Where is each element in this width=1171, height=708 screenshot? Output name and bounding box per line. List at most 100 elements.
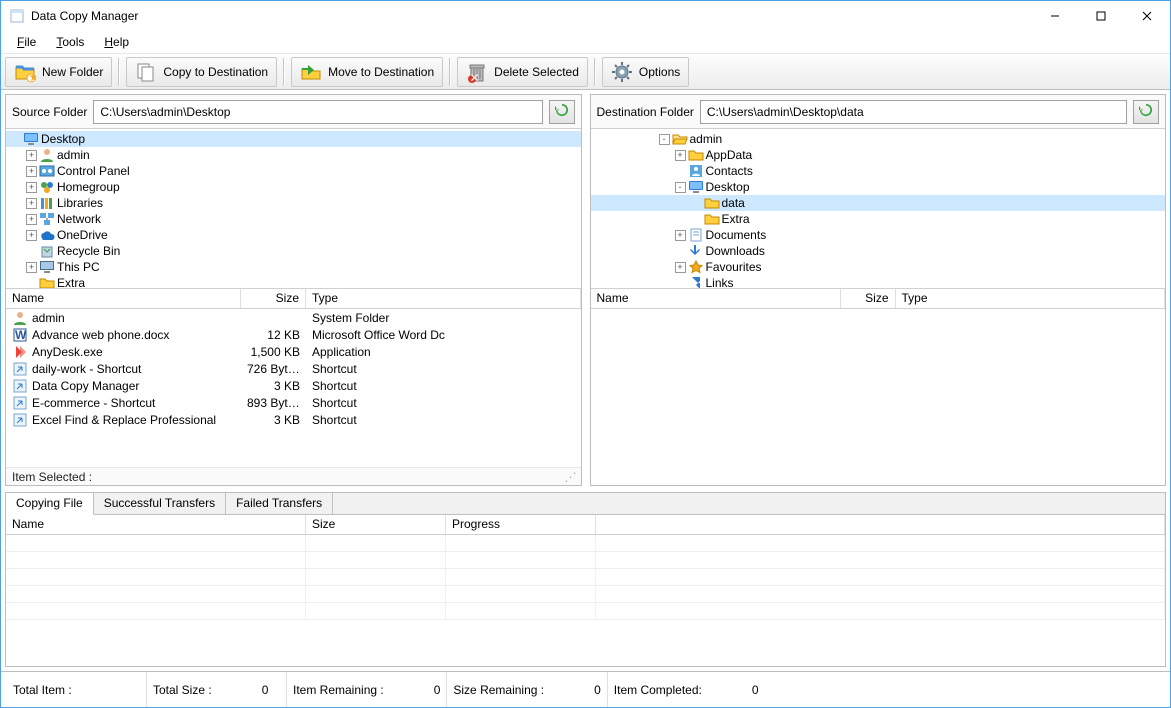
source-filelist: Name Size Type adminSystem FolderWAdvanc… bbox=[6, 289, 581, 467]
tree-item[interactable]: +Homegroup bbox=[6, 179, 581, 195]
col-type[interactable]: Type bbox=[896, 289, 1166, 308]
options-button[interactable]: Options bbox=[602, 57, 689, 87]
shortcut-icon bbox=[12, 378, 28, 394]
dest-files[interactable] bbox=[591, 309, 1166, 485]
tab-copying[interactable]: Copying File bbox=[6, 493, 94, 515]
tree-item[interactable]: Contacts bbox=[591, 163, 1166, 179]
expand-toggle[interactable]: + bbox=[675, 262, 686, 273]
refresh-icon bbox=[1138, 102, 1154, 121]
expand-toggle[interactable]: - bbox=[659, 134, 670, 145]
source-refresh-button[interactable] bbox=[549, 100, 575, 124]
tree-item[interactable]: Downloads bbox=[591, 243, 1166, 259]
tree-item[interactable]: Extra bbox=[6, 275, 581, 289]
menu-file[interactable]: File bbox=[9, 33, 44, 51]
item-selected-label: Item Selected : bbox=[12, 470, 92, 484]
file-row[interactable]: daily-work - Shortcut726 BytesShortcut bbox=[6, 360, 581, 377]
new-folder-button[interactable]: ★ New Folder bbox=[5, 57, 112, 87]
expand-toggle bbox=[691, 214, 702, 225]
tree-item[interactable]: Recycle Bin bbox=[6, 243, 581, 259]
expand-toggle[interactable]: - bbox=[675, 182, 686, 193]
col-type[interactable]: Type bbox=[306, 289, 581, 308]
tab-failed[interactable]: Failed Transfers bbox=[226, 493, 333, 514]
tree-item[interactable]: Extra bbox=[591, 211, 1166, 227]
resize-grip[interactable]: ⋰ bbox=[565, 470, 575, 484]
tree-item[interactable]: +AppData bbox=[591, 147, 1166, 163]
expand-toggle bbox=[26, 278, 37, 289]
expand-toggle bbox=[675, 166, 686, 177]
filelist-header[interactable]: Name Size Type bbox=[6, 289, 581, 309]
file-row[interactable]: Data Copy Manager3 KBShortcut bbox=[6, 377, 581, 394]
expand-toggle[interactable]: + bbox=[26, 150, 37, 161]
col-size[interactable]: Size bbox=[241, 289, 306, 308]
source-files[interactable]: adminSystem FolderWAdvance web phone.doc… bbox=[6, 309, 581, 467]
close-button[interactable] bbox=[1124, 1, 1170, 31]
shortcut-icon bbox=[12, 361, 28, 377]
file-row[interactable]: adminSystem Folder bbox=[6, 309, 581, 326]
transfers-grid-header[interactable]: Name Size Progress bbox=[6, 515, 1165, 535]
links-icon bbox=[688, 275, 704, 289]
file-name: Advance web phone.docx bbox=[32, 328, 169, 342]
col-name[interactable]: Name bbox=[6, 289, 241, 308]
tree-item[interactable]: Desktop bbox=[6, 131, 581, 147]
tree-item-label: OneDrive bbox=[57, 228, 108, 242]
expand-toggle[interactable]: + bbox=[675, 230, 686, 241]
expand-toggle[interactable]: + bbox=[26, 198, 37, 209]
file-size: 3 KB bbox=[241, 379, 306, 393]
folder-icon bbox=[704, 211, 720, 227]
expand-toggle[interactable]: + bbox=[26, 166, 37, 177]
options-label: Options bbox=[639, 65, 680, 79]
dest-path-input[interactable]: C:\Users\admin\Desktop\data bbox=[700, 100, 1127, 124]
expand-toggle[interactable]: + bbox=[675, 150, 686, 161]
file-row[interactable]: WAdvance web phone.docx12 KBMicrosoft Of… bbox=[6, 326, 581, 343]
homegroup-icon bbox=[39, 179, 55, 195]
tree-item[interactable]: -Desktop bbox=[591, 179, 1166, 195]
tree-item[interactable]: +This PC bbox=[6, 259, 581, 275]
dest-refresh-button[interactable] bbox=[1133, 100, 1159, 124]
tree-item[interactable]: +admin bbox=[6, 147, 581, 163]
dest-tree[interactable]: -admin+AppDataContacts-DesktopdataExtra+… bbox=[591, 129, 1166, 289]
maximize-button[interactable] bbox=[1078, 1, 1124, 31]
expand-toggle[interactable]: + bbox=[26, 214, 37, 225]
file-size: 893 Bytes bbox=[241, 396, 306, 410]
tree-item[interactable]: +Favourites bbox=[591, 259, 1166, 275]
panel-icon bbox=[39, 163, 55, 179]
file-type: Shortcut bbox=[306, 396, 581, 410]
move-button[interactable]: Move to Destination bbox=[291, 57, 443, 87]
filelist-header[interactable]: Name Size Type bbox=[591, 289, 1166, 309]
source-path-input[interactable]: C:\Users\admin\Desktop bbox=[93, 100, 542, 124]
tree-item[interactable]: + OneDrive bbox=[6, 227, 581, 243]
file-row[interactable]: AnyDesk.exe1,500 KBApplication bbox=[6, 343, 581, 360]
source-header: Source Folder C:\Users\admin\Desktop bbox=[6, 95, 581, 129]
col-size[interactable]: Size bbox=[841, 289, 896, 308]
source-tree[interactable]: Desktop+admin+Control Panel+Homegroup+Li… bbox=[6, 129, 581, 289]
delete-button[interactable]: ✕ Delete Selected bbox=[457, 57, 588, 87]
tree-item[interactable]: +Documents bbox=[591, 227, 1166, 243]
file-row[interactable]: E-commerce - Shortcut893 BytesShortcut bbox=[6, 394, 581, 411]
separator bbox=[118, 58, 120, 86]
file-row[interactable]: Excel Find & Replace Professional3 KBSho… bbox=[6, 411, 581, 428]
tree-item[interactable]: +Libraries bbox=[6, 195, 581, 211]
tree-item[interactable]: +Network bbox=[6, 211, 581, 227]
tree-item[interactable]: -admin bbox=[591, 131, 1166, 147]
tree-item[interactable]: +Control Panel bbox=[6, 163, 581, 179]
transfers-grid-body[interactable] bbox=[6, 535, 1165, 666]
gcol-progress[interactable]: Progress bbox=[446, 515, 596, 534]
expand-toggle[interactable]: + bbox=[26, 230, 37, 241]
tree-item[interactable]: Links bbox=[591, 275, 1166, 289]
expand-toggle[interactable]: + bbox=[26, 262, 37, 273]
gcol-name[interactable]: Name bbox=[6, 515, 306, 534]
tree-item[interactable]: data bbox=[591, 195, 1166, 211]
gcol-extra[interactable] bbox=[596, 515, 1165, 534]
col-name[interactable]: Name bbox=[591, 289, 841, 308]
copy-button[interactable]: Copy to Destination bbox=[126, 57, 277, 87]
minimize-button[interactable] bbox=[1032, 1, 1078, 31]
new-folder-label: New Folder bbox=[42, 65, 103, 79]
tab-successful[interactable]: Successful Transfers bbox=[94, 493, 226, 514]
menu-help[interactable]: Help bbox=[96, 33, 137, 51]
monitor-icon bbox=[688, 179, 704, 195]
tree-item-label: Extra bbox=[722, 212, 750, 226]
toolbar: ★ New Folder Copy to Destination Move to… bbox=[1, 54, 1170, 90]
expand-toggle[interactable]: + bbox=[26, 182, 37, 193]
menu-tools[interactable]: Tools bbox=[48, 33, 92, 51]
gcol-size[interactable]: Size bbox=[306, 515, 446, 534]
